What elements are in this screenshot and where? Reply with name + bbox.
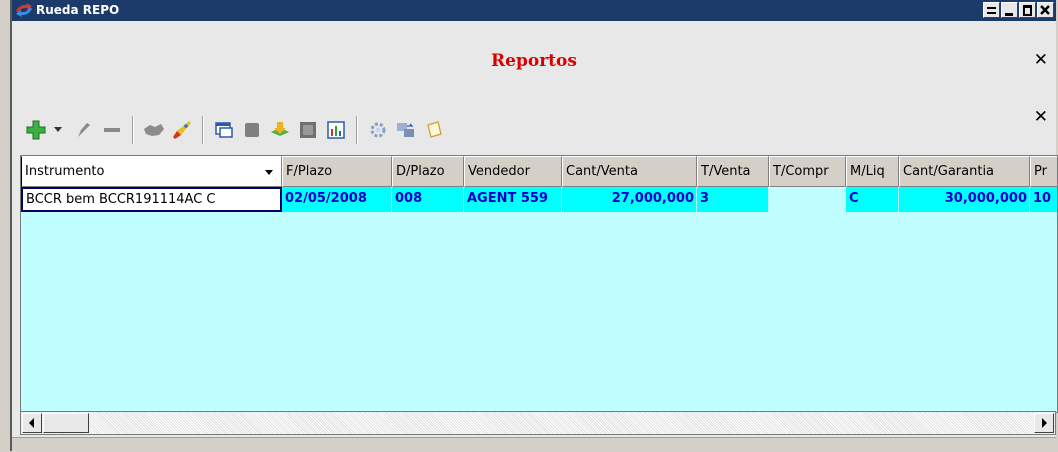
maximize-button[interactable] — [1019, 2, 1036, 18]
close-icon — [1040, 5, 1050, 15]
panel-header: Reportos ✕ — [12, 21, 1056, 100]
col-header-precio[interactable]: Pr — [1030, 156, 1057, 187]
toolbar-separator — [356, 116, 358, 144]
transfer-icon — [397, 123, 414, 137]
col-header-mliq[interactable]: M/Liq — [846, 156, 899, 187]
cell-cant-garantia[interactable]: 30,000,000 — [899, 187, 1030, 212]
edit-button[interactable] — [72, 118, 96, 142]
scroll-right-button[interactable] — [1034, 413, 1054, 433]
horizontal-scrollbar[interactable] — [20, 411, 1056, 435]
cell-cant-venta[interactable]: 27,000,000 — [562, 187, 697, 212]
cell-precio[interactable]: 10 — [1030, 187, 1057, 212]
handshake-icon — [144, 124, 164, 136]
bar-chart-icon — [327, 121, 345, 139]
remove-icon — [104, 128, 120, 132]
col-header-tcompr[interactable]: T/Compr — [769, 156, 846, 187]
toolbar-separator — [132, 116, 134, 144]
col-header-vendedor[interactable]: Vendedor — [464, 156, 562, 187]
add-dropdown-button[interactable] — [52, 118, 64, 142]
panel-close-button[interactable]: ✕ — [1034, 50, 1048, 70]
transfer-button[interactable] — [394, 118, 418, 142]
toolbar-close-button[interactable]: ✕ — [1034, 107, 1048, 127]
restore-button[interactable] — [983, 2, 1000, 18]
scroll-left-button[interactable] — [22, 413, 42, 433]
handshake-button[interactable] — [142, 118, 166, 142]
add-button[interactable] — [24, 118, 48, 142]
cell-tcompr[interactable] — [769, 187, 846, 212]
toolbar-separator — [202, 116, 204, 144]
repo-window: Rueda REPO Reportos ✕ ✕ Instrumento F/Pl… — [10, 0, 1058, 452]
toolbar — [24, 116, 450, 144]
panel-title: Reportos — [491, 51, 577, 71]
cell-mliq[interactable]: C — [846, 187, 899, 212]
col-header-fplazo[interactable]: F/Plazo — [282, 156, 392, 187]
stop-button[interactable] — [240, 118, 264, 142]
app-icon — [16, 3, 32, 17]
notepad-button[interactable] — [422, 118, 446, 142]
settings-icon — [370, 122, 386, 138]
remove-button[interactable] — [100, 118, 124, 142]
data-grid: Instrumento F/Plazo D/Plazo Vendedor Can… — [20, 155, 1058, 413]
export-icon — [271, 122, 289, 136]
cell-fplazo[interactable]: 02/05/2008 — [282, 187, 392, 212]
rocket-icon — [173, 121, 191, 139]
edit-icon — [78, 123, 90, 137]
grid-header: Instrumento F/Plazo D/Plazo Vendedor Can… — [21, 156, 1057, 187]
stop-icon — [245, 123, 259, 137]
col-header-tventa[interactable]: T/Venta — [697, 156, 769, 187]
col-header-cant-venta[interactable]: Cant/Venta — [562, 156, 697, 187]
cell-dplazo[interactable]: 008 — [392, 187, 464, 212]
add-icon — [26, 120, 46, 140]
dropdown-arrow-icon[interactable] — [265, 170, 273, 175]
col-header-cant-garantia[interactable]: Cant/Garantia — [899, 156, 1030, 187]
scroll-thumb[interactable] — [43, 413, 89, 433]
rocket-button[interactable] — [170, 118, 194, 142]
cell-instrumento[interactable]: BCCR bem BCCR191114AC C — [21, 187, 282, 212]
col-header-dplazo[interactable]: D/Plazo — [392, 156, 464, 187]
copy-window-button[interactable] — [212, 118, 236, 142]
export-button[interactable] — [268, 118, 292, 142]
arrow-right-icon — [1042, 418, 1047, 428]
col-header-instrumento[interactable]: Instrumento — [21, 156, 282, 187]
notepad-icon — [427, 121, 442, 138]
close-window-button[interactable] — [1037, 2, 1054, 18]
minimize-button[interactable] — [1001, 2, 1018, 18]
status-strip — [12, 437, 1056, 452]
dropdown-arrow-icon — [54, 127, 62, 132]
arrow-left-icon — [29, 418, 34, 428]
filmstrip-icon — [300, 122, 316, 138]
settings-button[interactable] — [366, 118, 390, 142]
bar-chart-button[interactable] — [324, 118, 348, 142]
window-title: Rueda REPO — [36, 3, 120, 17]
filmstrip-button[interactable] — [296, 118, 320, 142]
table-row[interactable]: BCCR bem BCCR191114AC C 02/05/2008 008 A… — [21, 187, 1057, 212]
cell-vendedor[interactable]: AGENT 559 — [464, 187, 562, 212]
title-bar[interactable]: Rueda REPO — [12, 0, 1056, 21]
copy-window-icon — [215, 122, 233, 138]
cell-tventa[interactable]: 3 — [697, 187, 769, 212]
